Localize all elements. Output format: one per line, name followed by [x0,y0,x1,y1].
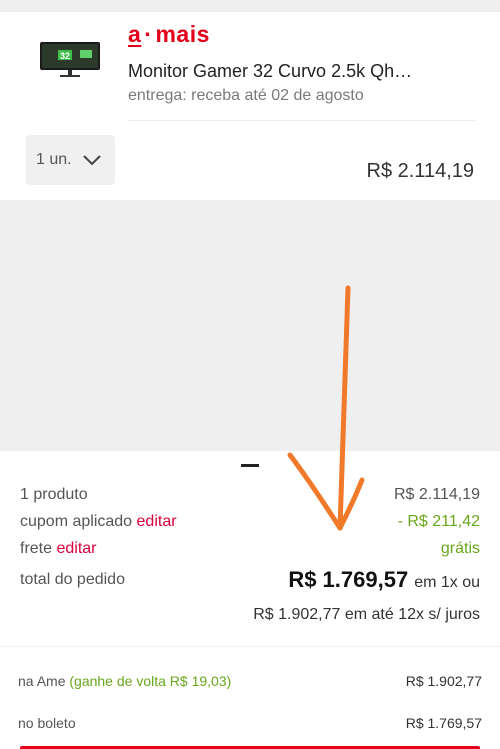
payment-option-ame[interactable]: na Ame (ganhe de volta R$ 19,03) R$ 1.90… [18,673,482,689]
store-logo: a · mais [128,21,210,47]
total-label: total do pedido [20,571,125,588]
products-label: 1 produto [20,486,88,503]
boleto-label: no boleto [18,715,76,731]
products-row: 1 produto R$ 2.114,19 [20,486,480,504]
order-total: R$ 1.769,57 em 1x ou [288,567,480,593]
coupon-row: cupom aplicado editar - R$ 211,42 [20,513,480,531]
coupon-discount: - R$ 211,42 [397,513,480,530]
divider [128,120,476,121]
payment-option-boleto[interactable]: no boleto R$ 1.769,57 [18,715,482,731]
shipping-value: grátis [440,540,480,557]
shipping-label: frete [20,540,53,557]
product-thumbnail[interactable]: 32 [38,40,102,78]
shipping-row: frete editar grátis [20,540,480,558]
quantity-value: 1 un. [36,151,72,168]
delivery-estimate: entrega: receba até 02 de agosto [128,87,364,104]
ame-cashback: (ganhe de volta R$ 19,03) [69,673,232,689]
total-value: R$ 1.769,57 [288,567,409,592]
ame-value: R$ 1.902,77 [405,673,482,689]
products-value: R$ 2.114,19 [394,486,480,503]
shipping-edit-link[interactable]: editar [56,540,96,557]
divider [0,646,500,647]
total-suffix: em 1x ou [414,574,480,591]
chevron-down-icon [82,155,101,166]
boleto-value: R$ 1.769,57 [405,715,482,731]
order-summary-sheet: 1 produto R$ 2.114,19 cupom aplicado edi… [0,451,500,749]
product-name[interactable]: Monitor Gamer 32 Curvo 2.5k Qh… [128,61,458,82]
installments-text: R$ 1.902,77 em até 12x s/ juros [253,606,480,623]
svg-text:32: 32 [60,51,70,61]
sheet-drag-handle[interactable] [241,464,259,467]
coupon-edit-link[interactable]: editar [137,513,177,530]
quantity-dropdown[interactable]: 1 un. [26,135,115,185]
ame-label: na Ame [18,673,66,689]
item-price: R$ 2.114,19 [366,160,475,182]
coupon-label: cupom aplicado [20,513,133,530]
cart-item-card: a · mais 32 Monitor Gamer 32 Curvo 2.5k Qh… [0,12,500,200]
